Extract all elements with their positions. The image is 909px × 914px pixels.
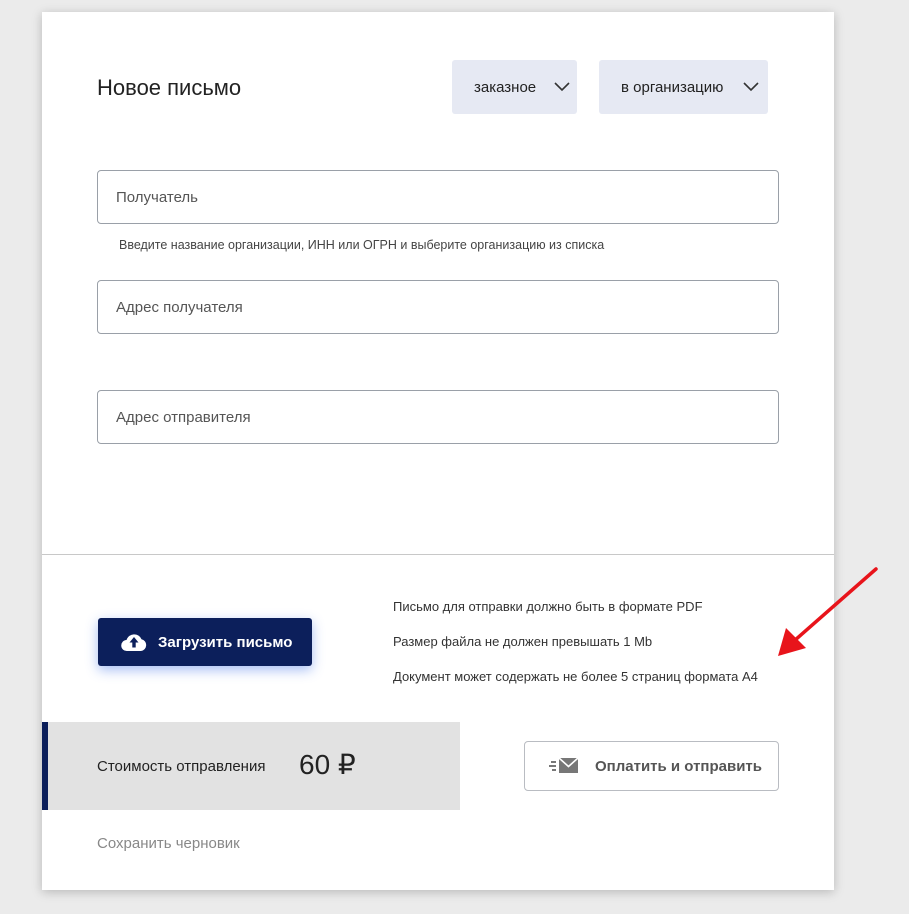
annotation-arrow-icon: [778, 567, 878, 656]
recipient-type-dropdown[interactable]: в организацию: [599, 60, 768, 114]
upload-letter-button[interactable]: Загрузить письмо: [98, 618, 312, 666]
recipient-hint: Введите название организации, ИНН или ОГ…: [119, 238, 605, 252]
sender-address-input[interactable]: Адрес отправителя: [97, 390, 779, 444]
shipping-cost-panel: Стоимость отправления 60 ₽: [42, 722, 460, 810]
cost-label: Стоимость отправления: [97, 758, 266, 775]
chevron-down-icon: [553, 78, 571, 96]
recipient-placeholder: Получатель: [116, 188, 198, 206]
page-title: Новое письмо: [97, 75, 242, 100]
recipient-type-value: в организацию: [621, 78, 724, 96]
recipient-input[interactable]: Получатель: [97, 170, 779, 224]
chevron-down-icon: [742, 78, 760, 96]
sender-address-placeholder: Адрес отправителя: [116, 408, 251, 426]
cost-value: 60 ₽: [299, 749, 356, 780]
upload-requirements: Письмо для отправки должно быть в формат…: [393, 599, 758, 704]
envelope-send-icon: [549, 757, 579, 775]
new-letter-card: Новое письмо заказное в организацию Полу…: [42, 12, 834, 890]
letter-type-dropdown[interactable]: заказное: [452, 60, 577, 114]
requirement-size: Размер файла не должен превышать 1 Mb: [393, 634, 653, 649]
letter-type-value: заказное: [474, 78, 537, 96]
pay-and-send-label: Оплатить и отправить: [595, 757, 762, 775]
cloud-upload-icon: [120, 631, 148, 653]
recipient-address-placeholder: Адрес получателя: [116, 298, 243, 316]
upload-letter-label: Загрузить письмо: [158, 633, 293, 651]
requirement-format: Письмо для отправки должно быть в формат…: [393, 599, 703, 614]
save-draft-link[interactable]: Сохранить черновик: [97, 835, 240, 852]
requirement-pages: Документ может содержать не более 5 стра…: [393, 669, 758, 684]
recipient-address-input[interactable]: Адрес получателя: [97, 280, 779, 334]
section-divider: [42, 554, 834, 555]
pay-and-send-button[interactable]: Оплатить и отправить: [524, 741, 779, 791]
